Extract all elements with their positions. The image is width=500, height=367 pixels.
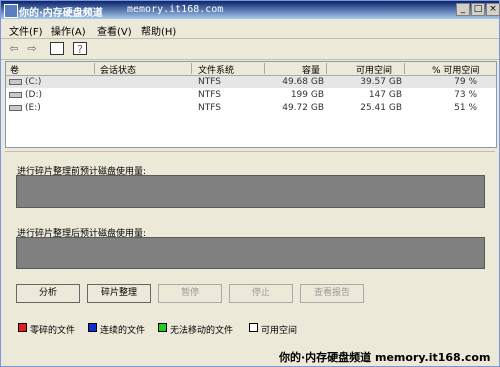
menu-view[interactable]: 查看(V) [97,23,132,38]
menu-file[interactable]: 文件(F) [9,23,43,38]
col-session-state[interactable]: 会话状态 [100,63,136,76]
cell-percent: 51 % [454,103,477,113]
app-icon [4,4,18,18]
back-arrow-icon[interactable]: ⇦ [7,42,21,55]
table-row[interactable]: (E:) NTFS 49.72 GB 25.41 GB 51 % [6,102,496,114]
drive-icon [9,92,22,98]
cell-free: 39.57 GB [360,77,402,87]
menu-bar: 文件(F) 操作(A) 查看(V) 帮助(H) [1,20,499,39]
free-space-color-swatch [249,323,258,332]
contiguous-color-swatch [88,323,97,332]
volume-list[interactable]: 卷 会话状态 文件系统 容量 可用空间 % 可用空间 (C:) NTFS 49.… [5,61,497,148]
help-topics-icon[interactable]: ? [73,42,87,56]
col-free-space[interactable]: 可用空间 [356,63,392,76]
cell-free: 25.41 GB [360,103,402,113]
cell-volume: (E:) [25,103,41,113]
close-icon[interactable]: × [486,3,500,16]
watermark: 你的·内存硬盘频道 memory.it168.com [279,351,491,364]
table-row[interactable]: (D:) NTFS 199 GB 147 GB 73 % [6,89,496,101]
menu-action[interactable]: 操作(A) [51,23,86,38]
col-volume[interactable]: 卷 [10,63,19,76]
drive-icon [9,79,22,85]
list-header: 卷 会话状态 文件系统 容量 可用空间 % 可用空间 [6,62,496,76]
cell-volume: (C:) [25,77,42,87]
cell-percent: 73 % [454,90,477,100]
before-usage-bar [16,175,485,208]
maximize-icon[interactable]: □ [471,3,485,16]
cell-capacity: 49.68 GB [282,77,324,87]
after-usage-bar [16,237,485,269]
title-bar[interactable]: 你的·内存硬盘频道 memory.it168.com _ □ × [1,1,500,19]
cell-filesystem: NTFS [198,103,221,113]
title-watermark: memory.it168.com [127,4,224,15]
minimize-icon[interactable]: _ [456,3,470,16]
cell-percent: 79 % [454,77,477,87]
legend-contiguous: 连续的文件 [100,326,146,336]
pause-button[interactable]: 暂停 [158,284,222,303]
toolbar: ⇦ ⇨ ? [1,39,499,60]
view-report-button[interactable]: 查看报告 [300,284,364,303]
legend-fragmented: 零碎的文件 [30,326,76,336]
col-filesystem[interactable]: 文件系统 [198,63,234,76]
window-title: 你的·内存硬盘频道 [19,8,103,19]
cell-capacity: 199 GB [290,90,324,100]
show-hide-tree-icon[interactable] [50,42,64,55]
cell-volume: (D:) [25,90,42,100]
cell-filesystem: NTFS [198,90,221,100]
defrag-window: 你的·内存硬盘频道 memory.it168.com _ □ × 文件(F) 操… [0,0,500,367]
legend-unmovable: 无法移动的文件 [170,326,234,336]
col-capacity[interactable]: 容量 [302,63,320,76]
table-row[interactable]: (C:) NTFS 49.68 GB 39.57 GB 79 % [6,76,496,88]
legend-free-space: 可用空间 [261,326,298,336]
col-percent-free[interactable]: % 可用空间 [432,63,479,76]
fragmented-color-swatch [18,323,27,332]
forward-arrow-icon[interactable]: ⇨ [25,42,39,55]
analyze-button[interactable]: 分析 [16,284,80,303]
unmovable-color-swatch [158,323,167,332]
defragment-button[interactable]: 碎片整理 [87,284,151,303]
menu-help[interactable]: 帮助(H) [141,23,176,38]
drive-icon [9,105,22,111]
cell-free: 147 GB [368,90,402,100]
cell-filesystem: NTFS [198,77,221,87]
cell-capacity: 49.72 GB [282,103,324,113]
stop-button[interactable]: 停止 [229,284,293,303]
